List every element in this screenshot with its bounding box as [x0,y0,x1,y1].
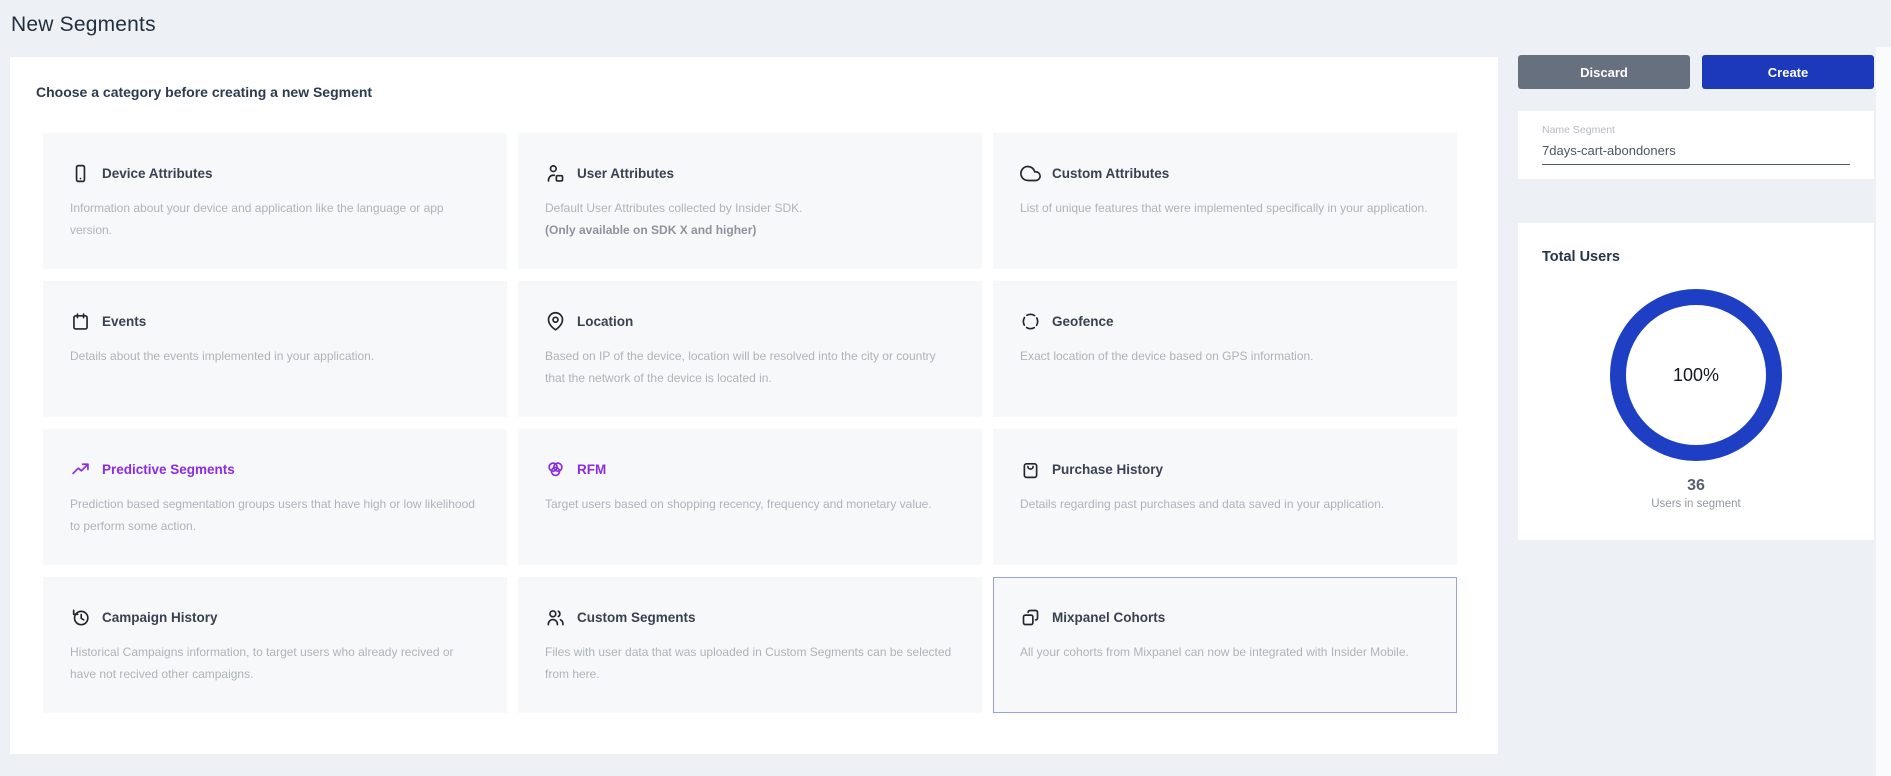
card-head: Custom Segments [545,607,955,628]
users-in-segment-caption: Users in segment [1518,498,1874,510]
action-buttons: Discard Create [1518,55,1874,89]
map-pin-icon [545,311,566,332]
card-note: (Only available on SDK X and higher) [545,219,953,241]
card-title: Events [102,314,146,329]
card-head: Predictive Segments [70,459,480,480]
card-description: Target users based on shopping recency, … [545,493,953,515]
name-segment-input[interactable] [1542,140,1850,165]
category-card-user-attributes[interactable]: User Attributes Default User Attributes c… [518,133,982,269]
total-users-title: Total Users [1542,249,1874,265]
venn-icon [545,459,566,480]
card-head: RFM [545,459,955,480]
card-head: Custom Attributes [1020,163,1430,184]
card-description: Details regarding past purchases and dat… [1020,493,1428,515]
category-card-rfm[interactable]: RFM Target users based on shopping recenc… [518,429,982,565]
scrollbar-track[interactable] [1876,47,1891,776]
category-card-custom-attributes[interactable]: Custom Attributes List of unique features… [993,133,1457,269]
page-title: New Segments [11,13,156,37]
device-icon [70,163,91,184]
card-description: Default User Attributes collected by Ins… [545,197,953,241]
card-description: Based on IP of the device, location will… [545,345,953,389]
user-card-icon [545,163,566,184]
card-description: Files with user data that was uploaded i… [545,641,953,685]
discard-button[interactable]: Discard [1518,55,1690,89]
card-description: All your cohorts from Mixpanel can now b… [1020,641,1428,663]
card-head: Device Attributes [70,163,480,184]
card-title: Custom Segments [577,610,696,625]
category-card-geofence[interactable]: Geofence Exact location of the device bas… [993,281,1457,417]
card-head: Campaign History [70,607,480,628]
card-head: Purchase History [1020,459,1430,480]
card-title: Mixpanel Cohorts [1052,610,1165,625]
category-card-mixpanel-cohorts[interactable]: Mixpanel Cohorts All your cohorts from Mi… [993,577,1457,713]
category-card-predictive-segments[interactable]: Predictive Segments Prediction based segm… [43,429,507,565]
card-title: User Attributes [577,166,674,181]
segment-categories-panel: Choose a category before creating a new … [10,57,1498,754]
card-description: Information about your device and applic… [70,197,478,241]
card-title: Purchase History [1052,462,1163,477]
history-clock-icon [70,607,91,628]
card-description: Prediction based segmentation groups use… [70,493,478,537]
card-title: RFM [577,462,606,477]
total-users-card: Total Users 100% 36 Users in segment [1518,223,1874,540]
calendar-icon [70,311,91,332]
cloud-icon [1020,163,1041,184]
card-head: Events [70,311,480,332]
category-grid: Device Attributes Information about your … [43,133,1457,713]
card-head: Location [545,311,955,332]
card-description: Exact location of the device based on GP… [1020,345,1428,367]
card-title: Custom Attributes [1052,166,1169,181]
card-head: User Attributes [545,163,955,184]
total-users-donut: 100% [1610,289,1782,461]
card-title: Location [577,314,633,329]
category-card-device-attributes[interactable]: Device Attributes Information about your … [43,133,507,269]
card-description: List of unique features that were implem… [1020,197,1428,219]
card-title: Predictive Segments [102,462,235,477]
link-squares-icon [1020,607,1041,628]
name-segment-label: Name Segment [1542,124,1850,136]
category-card-purchase-history[interactable]: Purchase History Details regarding past p… [993,429,1457,565]
users-icon [545,607,566,628]
shopping-bag-icon [1020,459,1041,480]
name-segment-card: Name Segment [1518,111,1874,179]
trend-up-icon [70,459,91,480]
card-head: Geofence [1020,311,1430,332]
panel-heading: Choose a category before creating a new … [36,84,372,100]
card-description: Details about the events implemented in … [70,345,478,367]
sidebar: Discard Create Name Segment Total Users … [1518,55,1874,540]
category-card-campaign-history[interactable]: Campaign History Historical Campaigns inf… [43,577,507,713]
card-description: Historical Campaigns information, to tar… [70,641,478,685]
donut-percent-label: 100% [1610,289,1782,461]
category-card-location[interactable]: Location Based on IP of the device, locat… [518,281,982,417]
card-title: Device Attributes [102,166,213,181]
card-title: Geofence [1052,314,1114,329]
category-card-events[interactable]: Events Details about the events implement… [43,281,507,417]
geofence-icon [1020,311,1041,332]
create-button[interactable]: Create [1702,55,1874,89]
card-head: Mixpanel Cohorts [1020,607,1430,628]
card-title: Campaign History [102,610,218,625]
category-card-custom-segments[interactable]: Custom Segments Files with user data that… [518,577,982,713]
users-in-segment-count: 36 [1518,477,1874,495]
